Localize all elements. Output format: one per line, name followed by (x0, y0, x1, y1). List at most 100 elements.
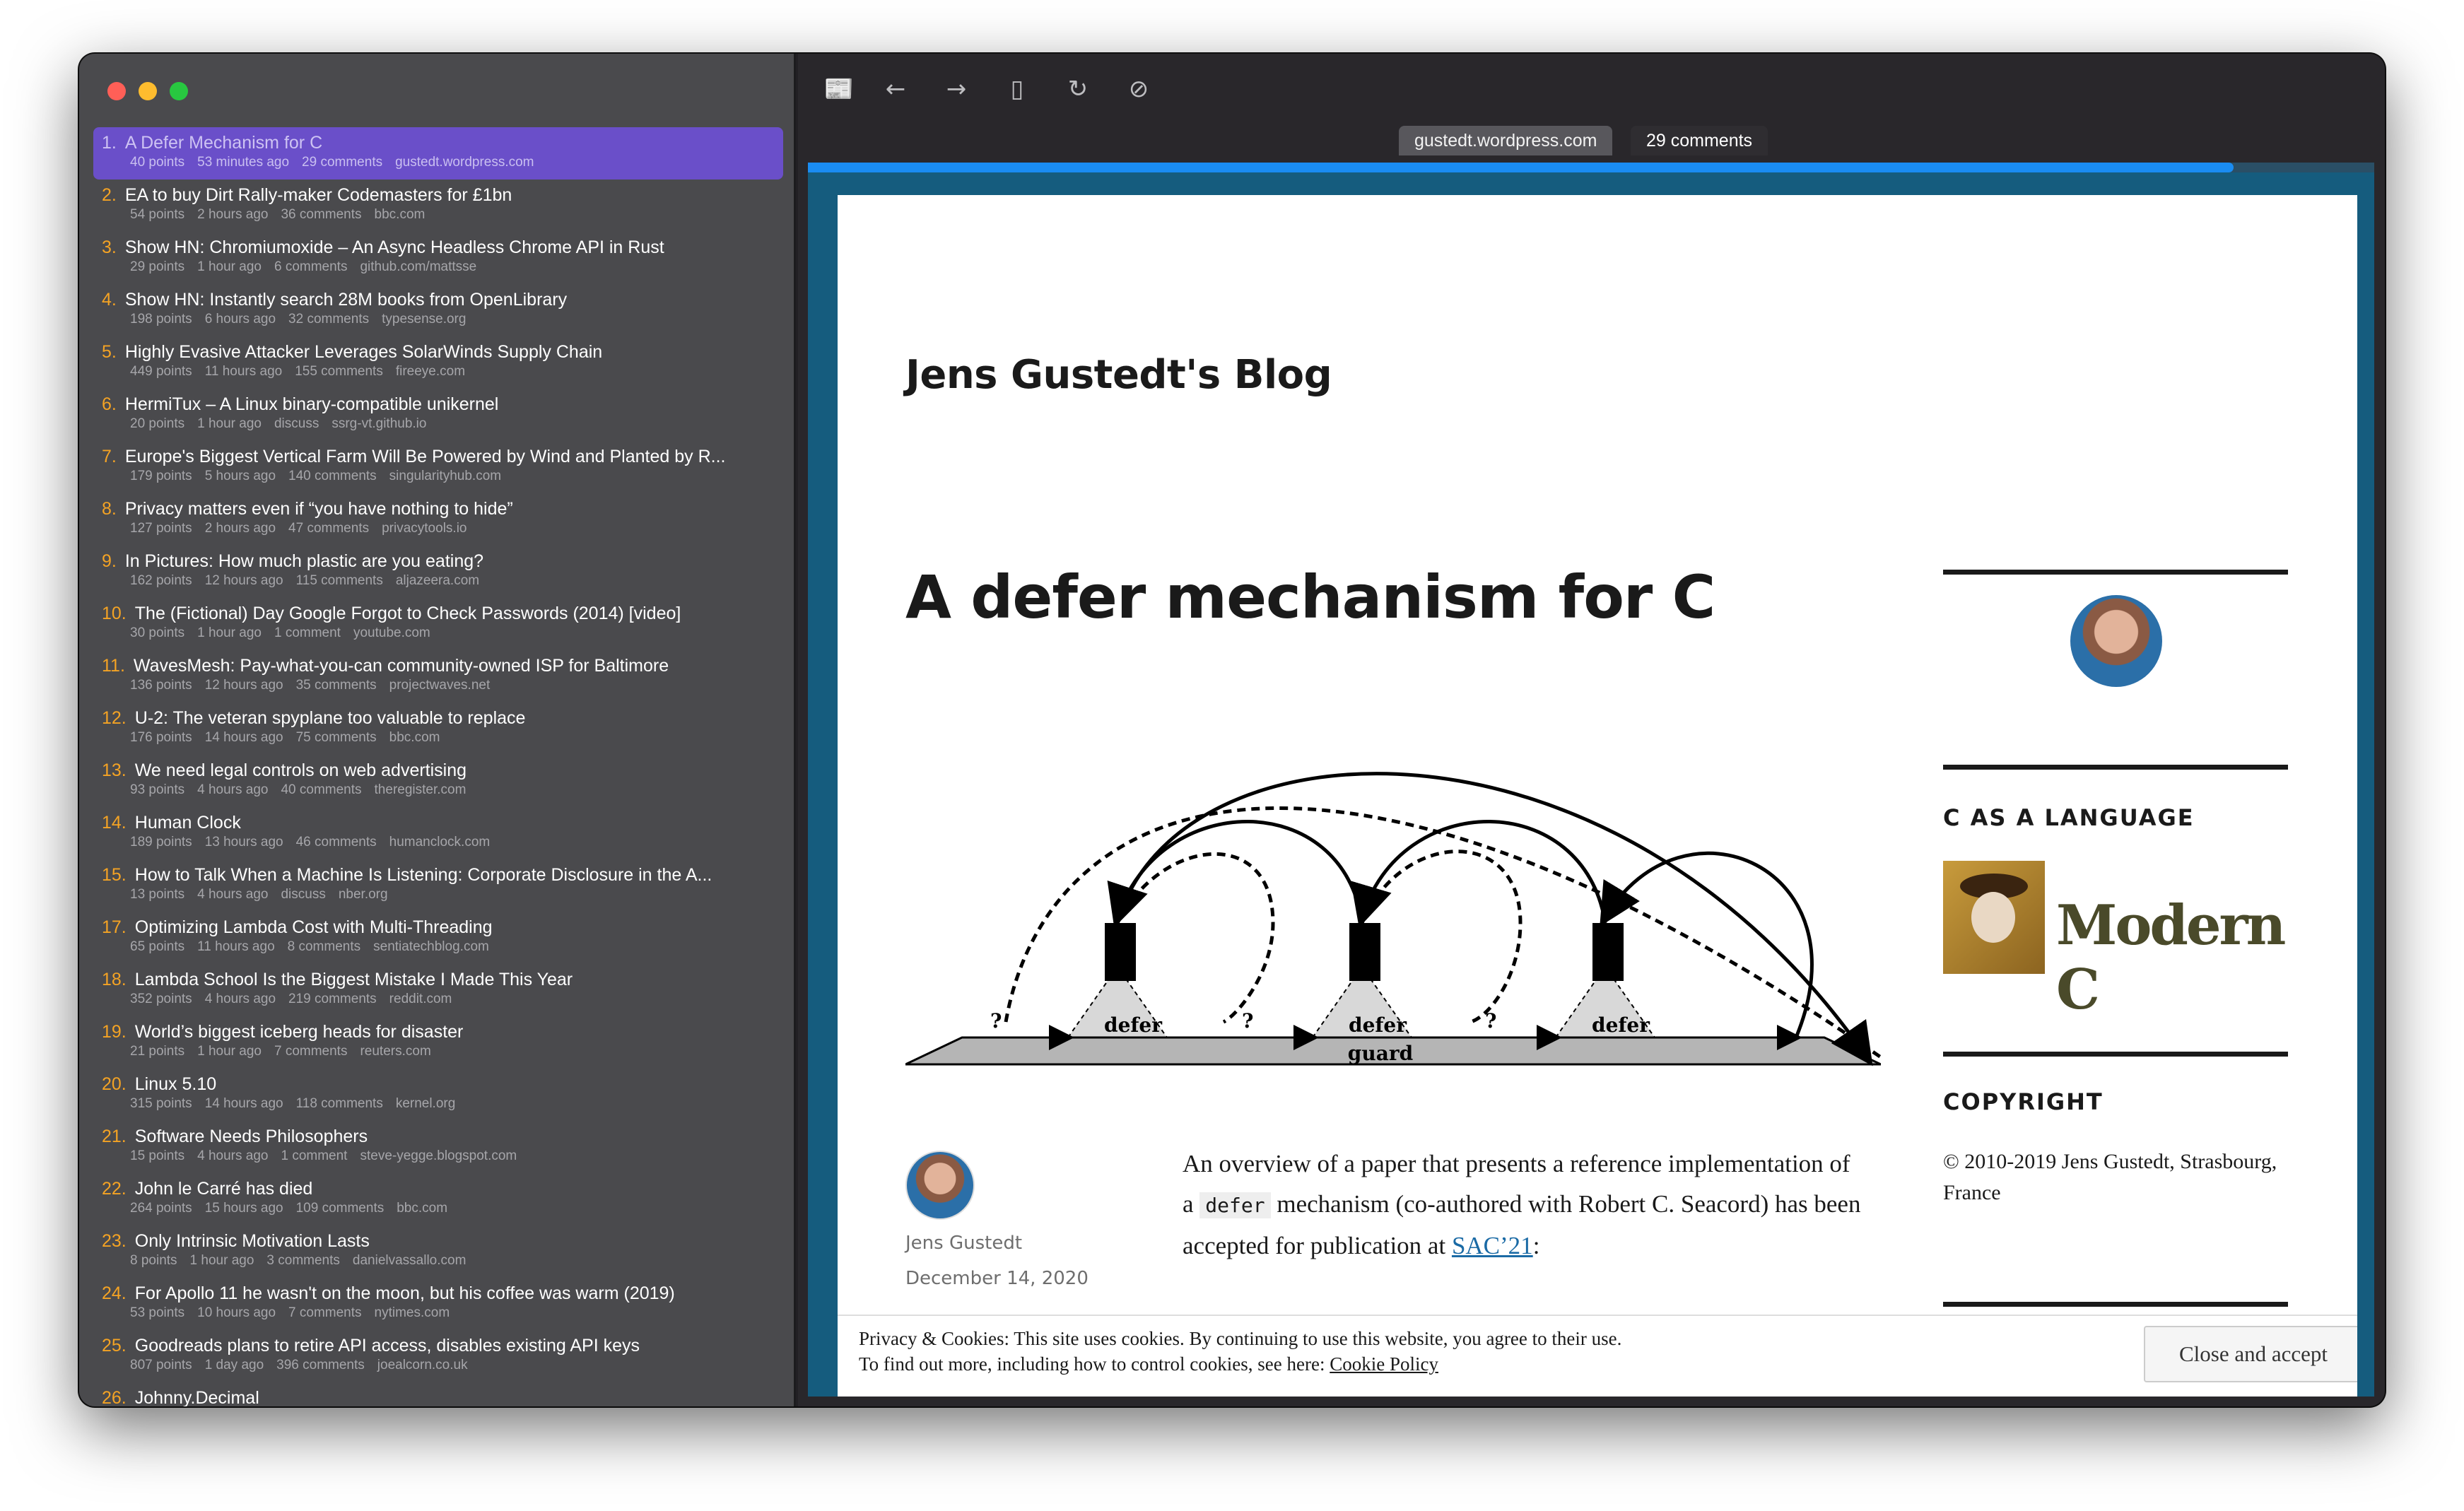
story-title-line: 8. Privacy matters even if “you have noth… (102, 498, 783, 520)
story-item[interactable]: 14. Human Clock 189 points 13 hours ago 46 c… (93, 807, 783, 859)
cookie-policy-link[interactable]: Cookie Policy (1330, 1353, 1438, 1375)
question-mark-1: ? (990, 1009, 1002, 1033)
story-item[interactable]: 3. Show HN: Chromiumoxide – An Async Head… (93, 232, 783, 284)
story-title-line: 1. A Defer Mechanism for C (102, 131, 783, 154)
web-content-frame: Jens Gustedt's Blog A defer mechanism fo… (808, 172, 2374, 1397)
post-date[interactable]: December 14, 2020 (905, 1268, 1089, 1289)
story-comments: 3 comments (266, 1253, 340, 1268)
story-item[interactable]: 1. A Defer Mechanism for C 40 points 53 min… (93, 127, 783, 180)
story-item[interactable]: 11. WavesMesh: Pay-what-you-can community… (93, 650, 783, 702)
minimize-window-button[interactable] (139, 82, 157, 100)
forward-icon[interactable]: → (941, 74, 972, 105)
story-item[interactable]: 23. Only Intrinsic Motivation Lasts 8 poin… (93, 1225, 783, 1278)
story-rank: 8. (102, 499, 117, 519)
story-title-line: 2. EA to buy Dirt Rally-maker Codemasters… (102, 184, 783, 206)
reload-icon[interactable]: ↻ (1062, 74, 1093, 105)
story-points: 53 points (130, 1305, 185, 1320)
post-title[interactable]: A defer mechanism for C (905, 563, 1715, 632)
story-item[interactable]: 19. World’s biggest iceberg heads for dis… (93, 1016, 783, 1069)
story-item[interactable]: 22. John le Carré has died 264 points 15 ho… (93, 1173, 783, 1225)
story-item[interactable]: 26. Johnny.Decimal (93, 1382, 783, 1406)
story-item[interactable]: 17. Optimizing Lambda Cost with Multi-Thr… (93, 912, 783, 964)
story-age: 1 hour ago (197, 1044, 262, 1059)
sac21-link[interactable]: SAC’21 (1452, 1232, 1533, 1259)
story-item[interactable]: 18. Lambda School Is the Biggest Mistake … (93, 964, 783, 1016)
author-name[interactable]: Jens Gustedt (905, 1233, 1022, 1254)
story-item[interactable]: 13. We need legal controls on web adverti… (93, 755, 783, 807)
story-title-line: 20. Linux 5.10 (102, 1073, 783, 1095)
story-rank: 12. (102, 708, 127, 728)
story-rank: 6. (102, 394, 117, 414)
widget-divider (1943, 570, 2288, 575)
story-item[interactable]: 5. Highly Evasive Attacker Leverages Sola… (93, 336, 783, 389)
back-icon[interactable]: ← (880, 74, 911, 105)
story-comments: 1 comment (281, 1148, 348, 1163)
story-item[interactable]: 20. Linux 5.10 315 points 14 hours ago 118 c… (93, 1069, 783, 1121)
close-and-accept-button[interactable]: Close and accept (2144, 1326, 2357, 1382)
author-avatar[interactable] (905, 1151, 975, 1220)
story-title: Goodreads plans to retire API access, di… (134, 1336, 640, 1356)
story-title-line: 3. Show HN: Chromiumoxide – An Async Head… (102, 236, 783, 259)
story-meta: 21 points 1 hour ago 7 comments reuters.com (102, 1043, 783, 1060)
story-item[interactable]: 12. U-2: The veteran spyplane too valuabl… (93, 702, 783, 755)
compass-icon[interactable]: ⊘ (1123, 74, 1154, 105)
story-item[interactable]: 8. Privacy matters even if “you have noth… (93, 493, 783, 546)
story-comments: 396 comments (276, 1358, 365, 1372)
story-rank: 18. (102, 970, 127, 989)
story-meta: 53 points 10 hours ago 7 comments nytimes.c… (102, 1305, 783, 1322)
story-domain: fireeye.com (395, 364, 466, 379)
story-domain: aljazeera.com (395, 573, 480, 588)
close-window-button[interactable] (107, 82, 126, 100)
story-rank: 25. (102, 1336, 127, 1356)
story-points: 21 points (130, 1044, 185, 1059)
story-rank: 19. (102, 1022, 127, 1042)
story-meta: 65 points 11 hours ago 8 comments sentiatec… (102, 939, 783, 956)
story-points: 13 points (130, 887, 185, 902)
story-item[interactable]: 2. EA to buy Dirt Rally-maker Codemasters… (93, 180, 783, 232)
story-title: U-2: The veteran spyplane too valuable t… (134, 708, 526, 728)
widget-divider (1943, 765, 2288, 770)
story-item[interactable]: 7. Europe's Biggest Vertical Farm Will Be… (93, 441, 783, 493)
story-title-line: 21. Software Needs Philosophers (102, 1125, 783, 1148)
story-age: 11 hours ago (204, 364, 283, 379)
story-rank: 14. (102, 813, 127, 833)
story-comments: 155 comments (295, 364, 383, 379)
modern-c-book-link[interactable]: Modern C (1943, 861, 2286, 1022)
story-points: 65 points (130, 939, 185, 954)
story-item[interactable]: 4. Show HN: Instantly search 28M books fr… (93, 284, 783, 336)
zoom-window-button[interactable] (170, 82, 188, 100)
story-title: Show HN: Chromiumoxide – An Async Headle… (124, 237, 664, 257)
story-comments: 35 comments (295, 678, 377, 693)
story-item[interactable]: 10. The (Fictional) Day Google Forgot to … (93, 598, 783, 650)
story-item[interactable]: 6. HermiTux – A Linux binary-compatible u… (93, 389, 783, 441)
load-progress (808, 163, 2374, 172)
widget-divider (1943, 1302, 2288, 1307)
story-comments: 109 comments (295, 1201, 385, 1216)
tab-comments[interactable]: 29 comments (1631, 126, 1768, 155)
story-meta: 30 points 1 hour ago 1 comment youtube.com (102, 625, 783, 642)
story-points: 136 points (130, 678, 192, 693)
story-item[interactable]: 24. For Apollo 11 he wasn't on the moon, … (93, 1278, 783, 1330)
story-title-line: 18. Lambda School Is the Biggest Mistake … (102, 968, 783, 991)
story-age: 11 hours ago (197, 939, 275, 954)
story-item[interactable]: 21. Software Needs Philosophers 15 points 4… (93, 1121, 783, 1173)
story-meta: 136 points 12 hours ago 35 comments project… (102, 677, 783, 694)
story-title: Privacy matters even if “you have nothin… (124, 499, 513, 519)
blog-title[interactable]: Jens Gustedt's Blog (905, 352, 1332, 398)
story-points: 93 points (130, 782, 185, 797)
story-item[interactable]: 25. Goodreads plans to retire API access,… (93, 1330, 783, 1382)
cookie-line-2: To find out more, including how to contr… (859, 1353, 1330, 1375)
story-points: 30 points (130, 625, 185, 640)
reader-icon[interactable]: 📰 (823, 74, 855, 105)
story-item[interactable]: 9. In Pictures: How much plastic are you … (93, 546, 783, 598)
story-comments: 36 comments (281, 207, 362, 222)
story-domain: typesense.org (382, 312, 467, 327)
sidebar-author-avatar (2070, 595, 2162, 687)
story-meta: 15 points 4 hours ago 1 comment steve-yegge… (102, 1148, 783, 1165)
tab-article[interactable]: gustedt.wordpress.com (1399, 126, 1613, 155)
story-points: 29 points (130, 259, 185, 274)
story-points: 54 points (130, 207, 185, 222)
sidebar-toggle-icon[interactable]: ▯ (1002, 74, 1033, 105)
story-item[interactable]: 15. How to Talk When a Machine Is Listeni… (93, 859, 783, 912)
story-age: 10 hours ago (197, 1305, 276, 1320)
